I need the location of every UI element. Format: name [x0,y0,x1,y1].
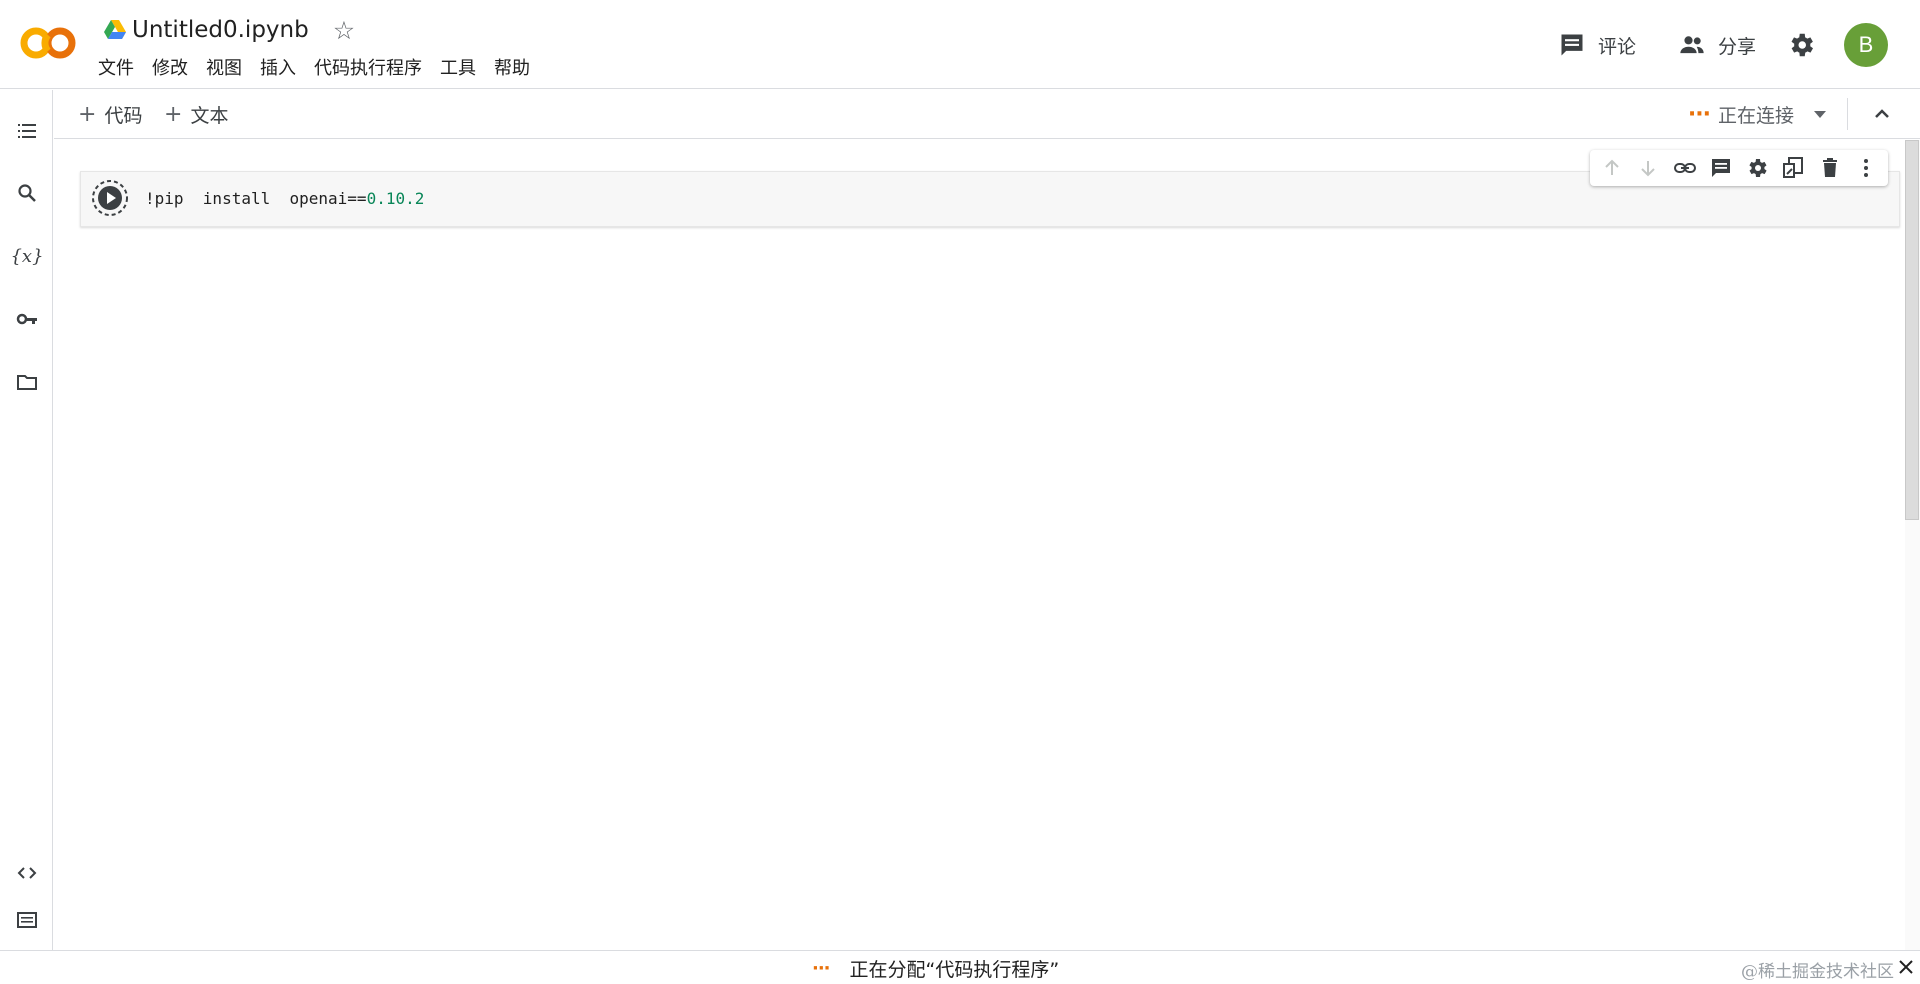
comment-label: 评论 [1597,35,1636,58]
notebook-toolbar: + 代码 + 文本 ··· 正在连接 [54,90,1920,139]
toolbar-divider [1847,98,1848,130]
chevron-down-icon[interactable] [1814,110,1826,118]
scrollbar-thumb[interactable] [1905,140,1919,520]
collapse-header-icon[interactable] [1870,102,1894,126]
add-text-label: 文本 [190,104,229,127]
status-message: ··· 正在分配“代码执行程序” [812,955,1059,981]
app-header: Untitled0.ipynb ☆ 文件 修改 视图 插入 代码执行程序 工具 … [0,0,1920,89]
share-label: 分享 [1717,35,1756,58]
connection-status: 正在连接 [1717,104,1794,127]
add-code-button[interactable]: + 代码 [78,100,142,128]
menu-help[interactable]: 帮助 [485,56,539,82]
cell-settings-gear-icon[interactable] [1744,155,1770,181]
comment-icon[interactable] [1708,155,1734,181]
connect-runtime-button[interactable]: ··· 正在连接 [1688,100,1826,128]
add-text-button[interactable]: + 文本 [164,100,228,128]
command-palette-icon[interactable] [14,907,40,933]
user-avatar[interactable]: B [1844,23,1888,67]
key-icon[interactable] [14,306,40,332]
connecting-indicator-icon: ··· [1687,101,1711,127]
star-icon[interactable]: ☆ [333,16,355,45]
left-sidebar: {𝑥} [0,90,53,950]
menu-view[interactable]: 视图 [197,56,251,82]
title-row: Untitled0.ipynb ☆ [104,14,355,46]
status-bar: ··· 正在分配“代码执行程序” @稀土掘金技术社区 [0,950,1920,984]
code-command: !pip install openai== [145,189,367,208]
menu-runtime[interactable]: 代码执行程序 [305,56,431,82]
mirror-cell-icon[interactable] [1780,155,1806,181]
header-actions: 评论 分享 B [1516,22,1888,68]
table-of-contents-icon[interactable] [14,118,40,144]
folder-icon[interactable] [14,369,40,395]
comment-button[interactable]: 评论 [1558,31,1636,59]
plus-icon: + [164,101,183,127]
menu-bar: 文件 修改 视图 插入 代码执行程序 工具 帮助 [98,56,539,82]
move-up-icon[interactable] [1599,155,1625,181]
watermark-text: @稀土掘金技术社区 [1741,962,1894,982]
search-icon[interactable] [14,180,40,206]
menu-edit[interactable]: 修改 [143,56,197,82]
close-icon[interactable] [1896,957,1916,977]
settings-gear-icon[interactable] [1786,30,1816,60]
cell-toolbar [1590,150,1888,186]
move-down-icon[interactable] [1635,155,1661,181]
variables-icon[interactable]: {𝑥} [10,243,43,269]
menu-tools[interactable]: 工具 [431,56,485,82]
delete-icon[interactable] [1817,155,1843,181]
google-drive-icon[interactable] [104,20,126,40]
comment-icon [1561,34,1583,56]
code-version: 0.10.2 [366,189,425,208]
people-icon [1680,36,1704,54]
menu-file[interactable]: 文件 [98,56,143,82]
add-code-label: 代码 [104,104,143,127]
colab-logo[interactable] [18,24,78,62]
plus-icon: + [78,101,97,127]
status-text: 正在分配“代码执行程序” [849,958,1060,981]
run-cell-button[interactable] [91,179,129,217]
more-vert-icon[interactable] [1853,155,1879,181]
menu-insert[interactable]: 插入 [251,56,305,82]
code-editor[interactable]: !pip install openai==0.10.2 [145,189,424,208]
status-progress-icon: ··· [812,957,830,979]
link-icon[interactable] [1672,155,1698,181]
document-title[interactable]: Untitled0.ipynb [132,17,309,43]
code-snippets-icon[interactable] [14,860,40,886]
share-button[interactable]: 分享 [1678,31,1756,59]
